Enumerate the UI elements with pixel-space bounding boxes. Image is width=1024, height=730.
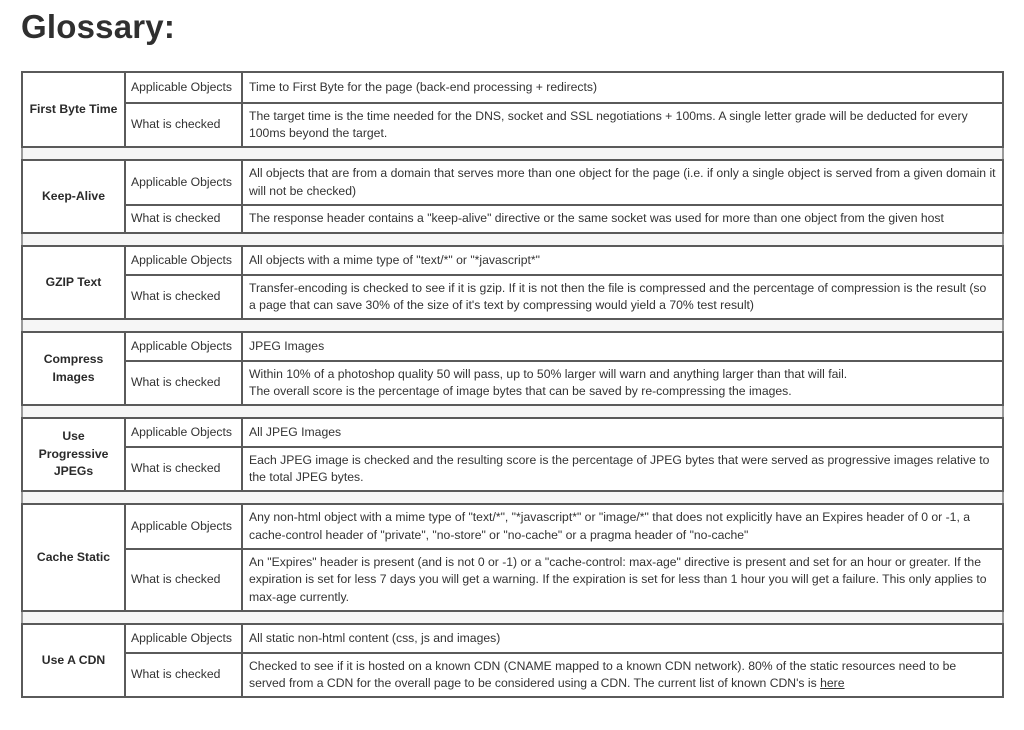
glossary-row-checked: What is checked The target time is the t…: [22, 102, 1004, 148]
glossary-row-applicable: Compress Images Applicable Objects JPEG …: [21, 331, 1004, 406]
glossary-row-applicable: Keep-Alive Applicable Objects All object…: [21, 159, 1004, 234]
applicable-objects-value: JPEG Images: [241, 331, 1004, 362]
what-is-checked-value: The response header contains a "keep-ali…: [241, 204, 1004, 234]
what-is-checked-label: What is checked: [124, 102, 243, 148]
term-gzip-text: GZIP Text: [21, 245, 126, 320]
section-spacer: [21, 404, 1004, 419]
applicable-objects-label: Applicable Objects: [124, 623, 243, 654]
what-is-checked-label: What is checked: [124, 360, 243, 406]
applicable-objects-value: All JPEG Images: [241, 417, 1004, 448]
glossary-table: First Byte Time Applicable Objects Time …: [21, 71, 1004, 698]
what-is-checked-value: Within 10% of a photoshop quality 50 wil…: [241, 360, 1004, 406]
applicable-objects-label: Applicable Objects: [124, 417, 243, 448]
term-first-byte-time: First Byte Time: [21, 71, 126, 148]
section-spacer: [21, 232, 1004, 247]
glossary-row-checked: What is checked The response header cont…: [22, 204, 1004, 234]
what-is-checked-label: What is checked: [124, 652, 243, 698]
applicable-objects-label: Applicable Objects: [124, 159, 243, 206]
known-cdn-list-link[interactable]: here: [820, 676, 844, 690]
applicable-objects-value: All objects with a mime type of "text/*"…: [241, 245, 1004, 276]
glossary-row-checked: What is checked Each JPEG image is check…: [22, 446, 1004, 492]
glossary-row-checked: What is checked Transfer-encoding is che…: [22, 274, 1004, 320]
term-keep-alive: Keep-Alive: [21, 159, 126, 234]
section-spacer: [21, 490, 1004, 505]
what-is-checked-value: Transfer-encoding is checked to see if i…: [241, 274, 1004, 320]
term-cache-static: Cache Static: [21, 503, 126, 612]
applicable-objects-value: Any non-html object with a mime type of …: [241, 503, 1004, 550]
what-is-checked-value: Checked to see if it is hosted on a know…: [241, 652, 1004, 698]
applicable-objects-label: Applicable Objects: [124, 71, 243, 104]
page-title: Glossary:: [21, 8, 176, 45]
what-is-checked-label: What is checked: [124, 274, 243, 320]
glossary-row-checked: What is checked An "Expires" header is p…: [22, 548, 1004, 612]
what-is-checked-label: What is checked: [124, 548, 243, 612]
glossary-row-applicable: Cache Static Applicable Objects Any non-…: [21, 503, 1004, 612]
applicable-objects-label: Applicable Objects: [124, 503, 243, 550]
applicable-objects-value: All objects that are from a domain that …: [241, 159, 1004, 206]
glossary-row-applicable: Use Progressive JPEGs Applicable Objects…: [21, 417, 1004, 492]
applicable-objects-label: Applicable Objects: [124, 331, 243, 362]
section-spacer: [21, 610, 1004, 625]
term-use-progressive-jpegs: Use Progressive JPEGs: [21, 417, 126, 492]
glossary-row-checked: What is checked Within 10% of a photosho…: [22, 360, 1004, 406]
term-compress-images: Compress Images: [21, 331, 126, 406]
what-is-checked-value: An "Expires" header is present (and is n…: [241, 548, 1004, 612]
what-is-checked-label: What is checked: [124, 446, 243, 492]
what-is-checked-value: Each JPEG image is checked and the resul…: [241, 446, 1004, 492]
glossary-row-applicable: GZIP Text Applicable Objects All objects…: [21, 245, 1004, 320]
applicable-objects-value: All static non-html content (css, js and…: [241, 623, 1004, 654]
term-use-a-cdn: Use A CDN: [21, 623, 126, 698]
glossary-row-applicable: Use A CDN Applicable Objects All static …: [21, 623, 1004, 698]
what-is-checked-label: What is checked: [124, 204, 243, 234]
glossary-row-checked: What is checked Checked to see if it is …: [22, 652, 1004, 698]
what-is-checked-value: The target time is the time needed for t…: [241, 102, 1004, 148]
section-spacer: [21, 318, 1004, 333]
applicable-objects-label: Applicable Objects: [124, 245, 243, 276]
glossary-row-applicable: First Byte Time Applicable Objects Time …: [21, 71, 1004, 148]
applicable-objects-value: Time to First Byte for the page (back-en…: [241, 71, 1004, 104]
section-spacer: [21, 146, 1004, 161]
